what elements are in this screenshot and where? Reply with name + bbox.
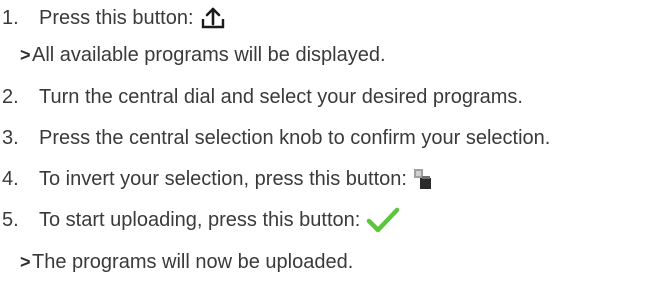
step-4: 4. To invert your selection, press this … — [0, 163, 433, 195]
step-text: Turn the central dial and select your de… — [39, 85, 523, 108]
result-1: > All available programs will be display… — [0, 39, 386, 71]
invert-selection-icon — [413, 168, 433, 190]
step-2: 2. Turn the central dial and select your… — [0, 81, 523, 113]
step-5: 5. To start uploading, press this button… — [0, 204, 400, 236]
result-marker: > — [20, 251, 31, 272]
step-text: Press this button: — [39, 6, 194, 29]
step-number: 1. — [2, 6, 19, 29]
result-text: All available programs will be displayed… — [32, 43, 386, 66]
step-text: To start uploading, press this button: — [39, 208, 361, 231]
result-2: > The programs will now be uploaded. — [0, 246, 353, 278]
step-3: 3. Press the central selection knob to c… — [0, 122, 550, 154]
step-text: Press the central selection knob to conf… — [39, 126, 551, 149]
result-marker: > — [20, 44, 31, 65]
step-text: To invert your selection, press this but… — [39, 167, 407, 190]
step-number: 3. — [2, 126, 19, 149]
checkmark-icon — [366, 206, 400, 234]
upload-icon — [200, 6, 226, 30]
step-number: 5. — [2, 208, 19, 231]
step-1: 1. Press this button: — [0, 2, 226, 34]
step-number: 4. — [2, 167, 19, 190]
instruction-list: 1. Press this button: > All available pr… — [0, 0, 651, 303]
step-number: 2. — [2, 85, 19, 108]
result-text: The programs will now be uploaded. — [32, 250, 354, 273]
